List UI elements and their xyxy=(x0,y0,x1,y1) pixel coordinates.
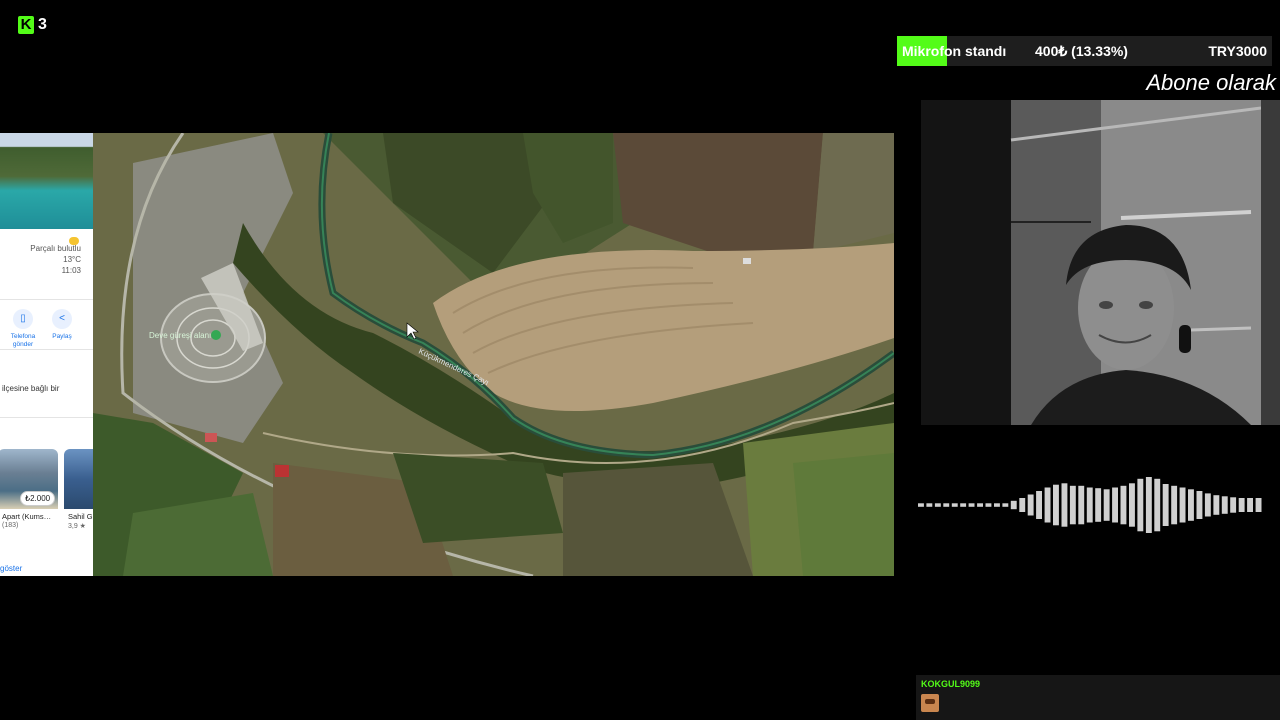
audio-bar xyxy=(1019,498,1026,512)
place-photo[interactable] xyxy=(0,133,93,229)
divider xyxy=(0,417,93,418)
audio-bar xyxy=(1086,487,1093,523)
audio-bar xyxy=(1238,498,1245,512)
place-description: ilçesine bağlı bir xyxy=(2,384,60,393)
logo-letter: K xyxy=(18,16,34,34)
chat-panel: KOKGUL9099 xyxy=(916,675,1280,720)
audio-bar xyxy=(1188,489,1194,521)
audio-bar xyxy=(1120,485,1127,525)
show-more-link[interactable]: göster xyxy=(0,564,22,573)
webcam-feed xyxy=(921,100,1280,425)
audio-bar xyxy=(926,503,933,507)
audio-bar xyxy=(960,503,967,507)
share-button[interactable]: < Paylaş xyxy=(42,309,82,341)
audio-bar xyxy=(968,503,975,507)
audio-bar xyxy=(1095,488,1102,522)
audio-bar xyxy=(994,503,1000,507)
audio-bar xyxy=(918,503,924,507)
audio-bar xyxy=(977,503,983,507)
weather-condition: Parçalı bulutlu xyxy=(30,244,81,253)
audio-bar xyxy=(1078,485,1085,525)
audio-bar xyxy=(1061,483,1068,527)
audio-bar xyxy=(1154,478,1161,532)
subscribe-ticker: Abone olarak xyxy=(1146,70,1276,95)
audio-bar xyxy=(1027,494,1034,516)
audio-bar xyxy=(1137,478,1144,532)
place-label: Deve güreşi alanı xyxy=(149,331,211,340)
audio-bar xyxy=(951,503,958,507)
audio-bar xyxy=(1230,497,1237,513)
maps-side-panel: Parçalı bulutlu 13°C 11:03 ▯ Telefona gö… xyxy=(0,133,104,576)
audio-bar xyxy=(1213,495,1220,515)
logo-number: 3 xyxy=(38,16,47,33)
chat-username[interactable]: KOKGUL9099 xyxy=(921,679,980,689)
audio-visualizer xyxy=(918,477,1262,533)
audio-bar xyxy=(1145,477,1152,533)
divider xyxy=(0,299,93,300)
audio-bar xyxy=(1162,484,1169,526)
divider xyxy=(0,349,93,350)
audio-bar xyxy=(1053,484,1059,526)
goal-target: TRY3000 xyxy=(1208,43,1267,59)
audio-bar xyxy=(985,503,992,507)
audio-bar xyxy=(1255,498,1262,512)
phone-icon: ▯ xyxy=(13,309,33,329)
goal-progress-text: 400₺ (13.33%) xyxy=(1035,43,1128,59)
audio-bar xyxy=(1044,487,1051,523)
hotel-card-name: Apart (Kums… xyxy=(2,512,52,521)
audio-bar xyxy=(1069,485,1076,525)
audio-bar xyxy=(1221,496,1228,514)
share-label: Paylaş xyxy=(52,333,72,340)
audio-bar xyxy=(1103,489,1110,521)
audio-bar xyxy=(1196,491,1203,519)
send-to-phone-button[interactable]: ▯ Telefona gönder xyxy=(3,309,43,349)
weather-info: Parçalı bulutlu 13°C 11:03 xyxy=(30,243,81,276)
weather-time: 11:03 xyxy=(61,266,81,275)
kick-logo: K 3 xyxy=(18,16,47,34)
map-pin-icon[interactable] xyxy=(211,330,221,340)
satellite-map[interactable]: Deve güreşi alanı Küçükmenderes Çayı xyxy=(93,133,894,576)
weather-temp: 13°C xyxy=(63,255,81,264)
donation-goal-bar: Mikrofon standı 400₺ (13.33%) TRY3000 xyxy=(897,36,1272,66)
emote-icon xyxy=(921,694,939,712)
hotel-card-rating: (183) xyxy=(2,522,19,529)
audio-bar xyxy=(1129,483,1135,527)
audio-bar xyxy=(1112,487,1118,523)
audio-bar xyxy=(1179,487,1186,523)
audio-bar xyxy=(1247,498,1253,512)
audio-bar xyxy=(1171,485,1178,525)
hotel-card-price: ₺2.000 xyxy=(20,491,56,506)
audio-bar xyxy=(1002,503,1009,507)
maps-screen: Parçalı bulutlu 13°C 11:03 ▯ Telefona gö… xyxy=(0,133,894,576)
audio-bar xyxy=(1036,491,1042,519)
audio-bar xyxy=(1204,493,1211,517)
goal-name: Mikrofon standı xyxy=(902,43,1007,59)
send-to-phone-label: Telefona gönder xyxy=(10,333,36,348)
share-icon: < xyxy=(52,309,72,329)
audio-bar xyxy=(934,503,941,507)
audio-bar xyxy=(1010,500,1017,510)
audio-bar xyxy=(943,503,950,507)
